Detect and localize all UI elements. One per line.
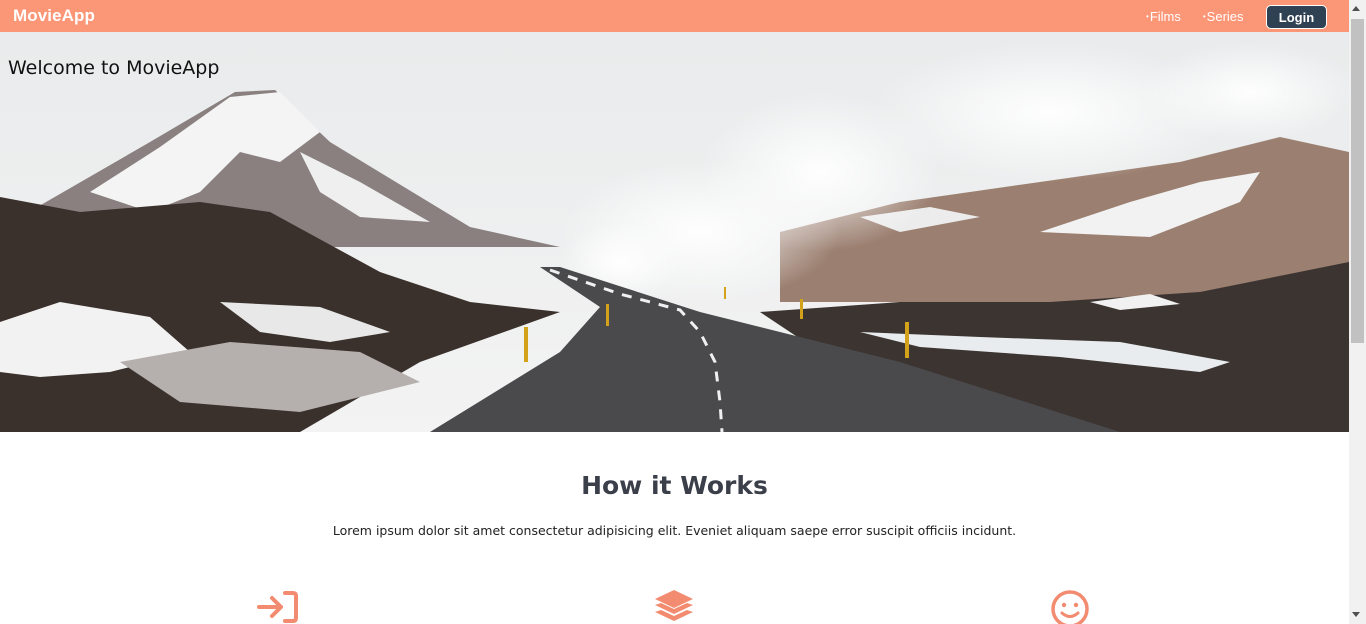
login-button[interactable]: Login [1266,5,1327,29]
layers-icon [655,590,693,621]
nav-link-series[interactable]: • Series [1203,9,1244,24]
scroll-up-arrow-icon[interactable] [1352,6,1360,11]
smile-icon [1051,590,1089,624]
brand-logo-link[interactable]: MovieApp [13,6,95,26]
nav-bullet: • [1202,12,1206,21]
how-it-works-title: How it Works [581,471,768,500]
hero-title: Welcome to MovieApp [8,57,220,79]
scroll-down-arrow-icon[interactable] [1352,612,1360,617]
login-arrow-icon [257,591,298,623]
nav-link-films[interactable]: • Films [1146,9,1181,24]
hero-banner: Welcome to MovieApp [0,32,1349,432]
top-navbar: MovieApp • Films • Series Login [0,0,1349,32]
nav-links: • Films • Series [1146,9,1266,24]
hero-landscape-image [0,32,1349,432]
scrollbar-thumb[interactable] [1351,19,1364,343]
nav-bullet: • [1146,12,1149,21]
nav-link-films-label: Films [1149,9,1181,24]
how-it-works-description: Lorem ipsum dolor sit amet consectetur a… [332,523,1017,538]
nav-link-series-label: Series [1206,9,1244,24]
